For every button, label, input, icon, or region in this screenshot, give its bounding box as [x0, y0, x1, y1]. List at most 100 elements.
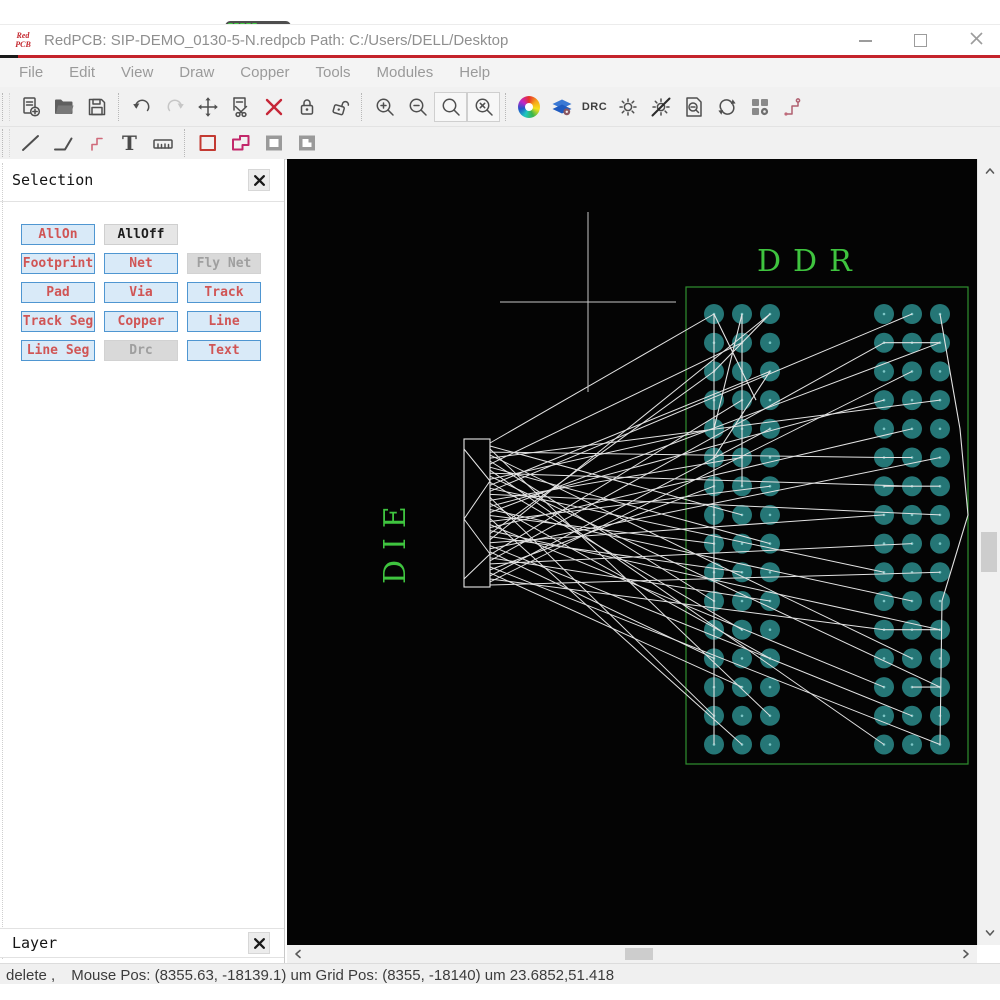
selection-button-text[interactable]: Text	[187, 340, 261, 361]
save-button[interactable]	[80, 92, 113, 122]
vertical-scroll-thumb[interactable]	[981, 532, 997, 572]
pad-center	[768, 743, 772, 746]
menu-help[interactable]: Help	[446, 64, 503, 81]
save-icon	[88, 98, 105, 115]
draw-polyline-button[interactable]	[47, 128, 80, 158]
ratsnest-line	[489, 342, 743, 465]
selection-button-allon[interactable]: AllOn	[21, 224, 95, 245]
toolbar-separator	[361, 92, 363, 121]
menu-view[interactable]: View	[108, 64, 166, 81]
status-bar: delete , Mouse Pos: (8355.63, -18139.1) …	[0, 963, 1000, 984]
window-title: RedPCB: SIP-DEMO_0130-5-N.redpcb Path: C…	[44, 32, 509, 49]
drc-button[interactable]: DRC	[578, 92, 611, 122]
horizontal-scrollbar[interactable]	[287, 945, 977, 963]
zoom-in-button[interactable]	[368, 92, 401, 122]
brightness-icon	[618, 97, 637, 116]
layer-panel-close-button[interactable]	[248, 932, 270, 954]
delete-button[interactable]	[257, 92, 290, 122]
menu-draw[interactable]: Draw	[166, 64, 227, 81]
measure-button[interactable]	[146, 128, 179, 158]
pad-center	[740, 599, 744, 603]
selection-button-pad[interactable]: Pad	[21, 282, 95, 303]
refresh-icon	[717, 98, 736, 115]
menu-tools[interactable]: Tools	[303, 64, 364, 81]
pad-center	[882, 312, 886, 316]
ratsnest-line	[489, 454, 913, 659]
pcb-canvas[interactable]: DDR DIE	[287, 159, 977, 945]
close-button[interactable]	[969, 31, 984, 51]
zoom-selection-button[interactable]	[677, 92, 710, 122]
open-file-button[interactable]	[47, 92, 80, 122]
scroll-left-arrow[interactable]	[289, 945, 307, 963]
selection-button-track-seg[interactable]: Track Seg	[21, 311, 95, 332]
selection-button-track[interactable]: Track	[187, 282, 261, 303]
selection-button-line-seg[interactable]: Line Seg	[21, 340, 95, 361]
draw-polygon-button[interactable]	[224, 128, 257, 158]
draw-line-button[interactable]	[14, 128, 47, 158]
highlight-on-button[interactable]	[611, 92, 644, 122]
selection-button-net[interactable]: Net	[104, 253, 178, 274]
selection-button-line[interactable]: Line	[187, 311, 261, 332]
cut-button[interactable]	[224, 92, 257, 122]
new-document-button[interactable]	[14, 92, 47, 122]
pad-center	[938, 427, 942, 431]
selection-button-fly-net[interactable]: Fly Net	[187, 253, 261, 274]
open-folder-icon	[54, 99, 73, 114]
draw-filled-rect-button[interactable]	[257, 128, 290, 158]
minimize-button[interactable]	[859, 39, 872, 42]
pad-center	[938, 370, 942, 373]
menu-edit[interactable]: Edit	[56, 64, 108, 81]
toolbar-drag-handle[interactable]	[2, 92, 10, 121]
layer-panel-header: Layer	[0, 928, 284, 958]
pad-center	[768, 685, 772, 689]
modules-button[interactable]	[743, 92, 776, 122]
color-settings-button[interactable]	[512, 92, 545, 122]
scroll-up-arrow[interactable]	[978, 163, 1000, 179]
draw-step-line-button[interactable]	[80, 128, 113, 158]
menu-modules[interactable]: Modules	[364, 64, 447, 81]
pad-center	[768, 456, 772, 459]
layers-button[interactable]	[545, 92, 578, 122]
maximize-button[interactable]	[914, 34, 927, 47]
lock-button[interactable]	[290, 92, 323, 122]
color-wheel-icon	[517, 95, 540, 118]
die-label: DIE	[378, 496, 413, 584]
horizontal-scroll-thumb[interactable]	[625, 948, 653, 960]
vertical-scrollbar[interactable]	[977, 159, 1000, 945]
main-toolbar: DRC	[0, 87, 1000, 127]
polygon-outline-icon	[231, 135, 249, 151]
menu-bar: File Edit View Draw Copper Tools Modules Help	[0, 58, 1000, 87]
highlight-off-button[interactable]	[644, 92, 677, 122]
pad-center	[882, 370, 886, 373]
move-button[interactable]	[191, 92, 224, 122]
scroll-right-arrow[interactable]	[957, 945, 975, 963]
toolbar-separator	[505, 92, 507, 121]
draw-filled-polygon-button[interactable]	[290, 128, 323, 158]
zoom-cancel-button[interactable]	[467, 91, 500, 122]
zoom-window-button[interactable]	[434, 91, 467, 122]
close-icon	[253, 937, 265, 949]
toolbar-drag-handle[interactable]	[2, 129, 10, 157]
menu-copper[interactable]: Copper	[227, 64, 302, 81]
selection-button-alloff[interactable]: AllOff	[104, 224, 178, 245]
selection-button-via[interactable]: Via	[104, 282, 178, 303]
selection-button-copper[interactable]: Copper	[104, 311, 178, 332]
rect-outline-icon	[199, 135, 216, 151]
delete-x-icon	[265, 98, 282, 115]
selection-panel-close-button[interactable]	[248, 169, 270, 191]
pad-center	[768, 513, 772, 517]
menu-file[interactable]: File	[6, 64, 56, 81]
selection-button-footprint[interactable]: Footprint	[21, 253, 95, 274]
draw-text-button[interactable]: T	[113, 128, 146, 158]
refresh-button[interactable]	[710, 92, 743, 122]
route-button[interactable]	[776, 92, 809, 122]
undo-button[interactable]	[125, 92, 158, 122]
selection-button-drc[interactable]: Drc	[104, 340, 178, 361]
step-line-icon	[90, 137, 103, 151]
redo-button[interactable]	[158, 92, 191, 122]
scroll-down-arrow[interactable]	[978, 925, 1000, 941]
draw-rect-button[interactable]	[191, 128, 224, 158]
unlock-button[interactable]	[323, 92, 356, 122]
zoom-out-button[interactable]	[401, 92, 434, 122]
pad-center	[882, 599, 886, 603]
